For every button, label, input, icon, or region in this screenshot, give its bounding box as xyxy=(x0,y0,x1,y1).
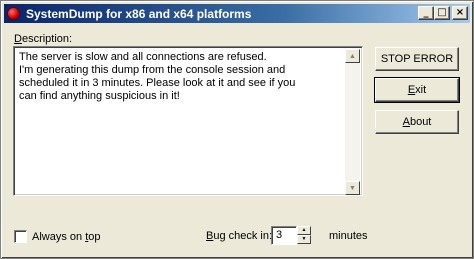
exit-hotkey: E xyxy=(407,84,416,96)
description-text: The server is slow and all connections a… xyxy=(19,51,296,102)
scroll-up-icon[interactable]: ▲ xyxy=(345,49,360,63)
window-controls: _ □ × xyxy=(418,6,468,20)
about-button[interactable]: About xyxy=(375,110,459,134)
spin-up-icon[interactable]: ▲ xyxy=(297,226,311,235)
minutes-unit-label: minutes xyxy=(329,230,368,242)
spin-down-icon[interactable]: ▼ xyxy=(297,235,311,244)
description-label: Description: xyxy=(14,33,72,45)
system-dump-window: SystemDump for x86 and x64 platforms _ □… xyxy=(0,0,474,259)
vertical-scrollbar[interactable]: ▲ ▼ xyxy=(345,49,360,195)
always-on-top-label-suffix: op xyxy=(88,230,101,243)
maximize-button[interactable]: □ xyxy=(434,6,450,20)
close-button[interactable]: × xyxy=(452,6,468,20)
app-icon[interactable] xyxy=(7,7,20,20)
description-label-text: escription: xyxy=(21,33,73,45)
window-title: SystemDump for x86 and x64 platforms xyxy=(26,6,252,21)
always-on-top-label-prefix: Always on xyxy=(32,230,86,243)
scroll-down-icon[interactable]: ▼ xyxy=(345,181,360,195)
always-on-top-label: Always on top xyxy=(32,231,101,243)
bug-check-label: Bug check in: xyxy=(206,230,272,242)
description-label-hotkey: D xyxy=(14,33,22,45)
bug-check-minutes-input[interactable]: 3 xyxy=(271,226,297,245)
about-label: bout xyxy=(409,116,432,128)
always-on-top-checkbox[interactable] xyxy=(14,230,27,243)
always-on-top-option[interactable]: Always on top xyxy=(14,230,101,243)
title-bar[interactable]: SystemDump for x86 and x64 platforms _ □… xyxy=(4,4,470,23)
bug-check-label-text: ug check in: xyxy=(213,230,273,242)
exit-button[interactable]: Exit xyxy=(374,77,460,103)
exit-label: xit xyxy=(415,84,427,96)
minutes-spinner[interactable]: ▲ ▼ xyxy=(297,226,311,245)
about-hotkey: A xyxy=(402,116,410,128)
stop-error-label: STOP ERROR xyxy=(380,53,454,65)
description-textarea[interactable]: The server is slow and all connections a… xyxy=(13,46,363,196)
minimize-button[interactable]: _ xyxy=(418,6,434,20)
stop-error-button[interactable]: STOP ERROR xyxy=(375,47,459,71)
